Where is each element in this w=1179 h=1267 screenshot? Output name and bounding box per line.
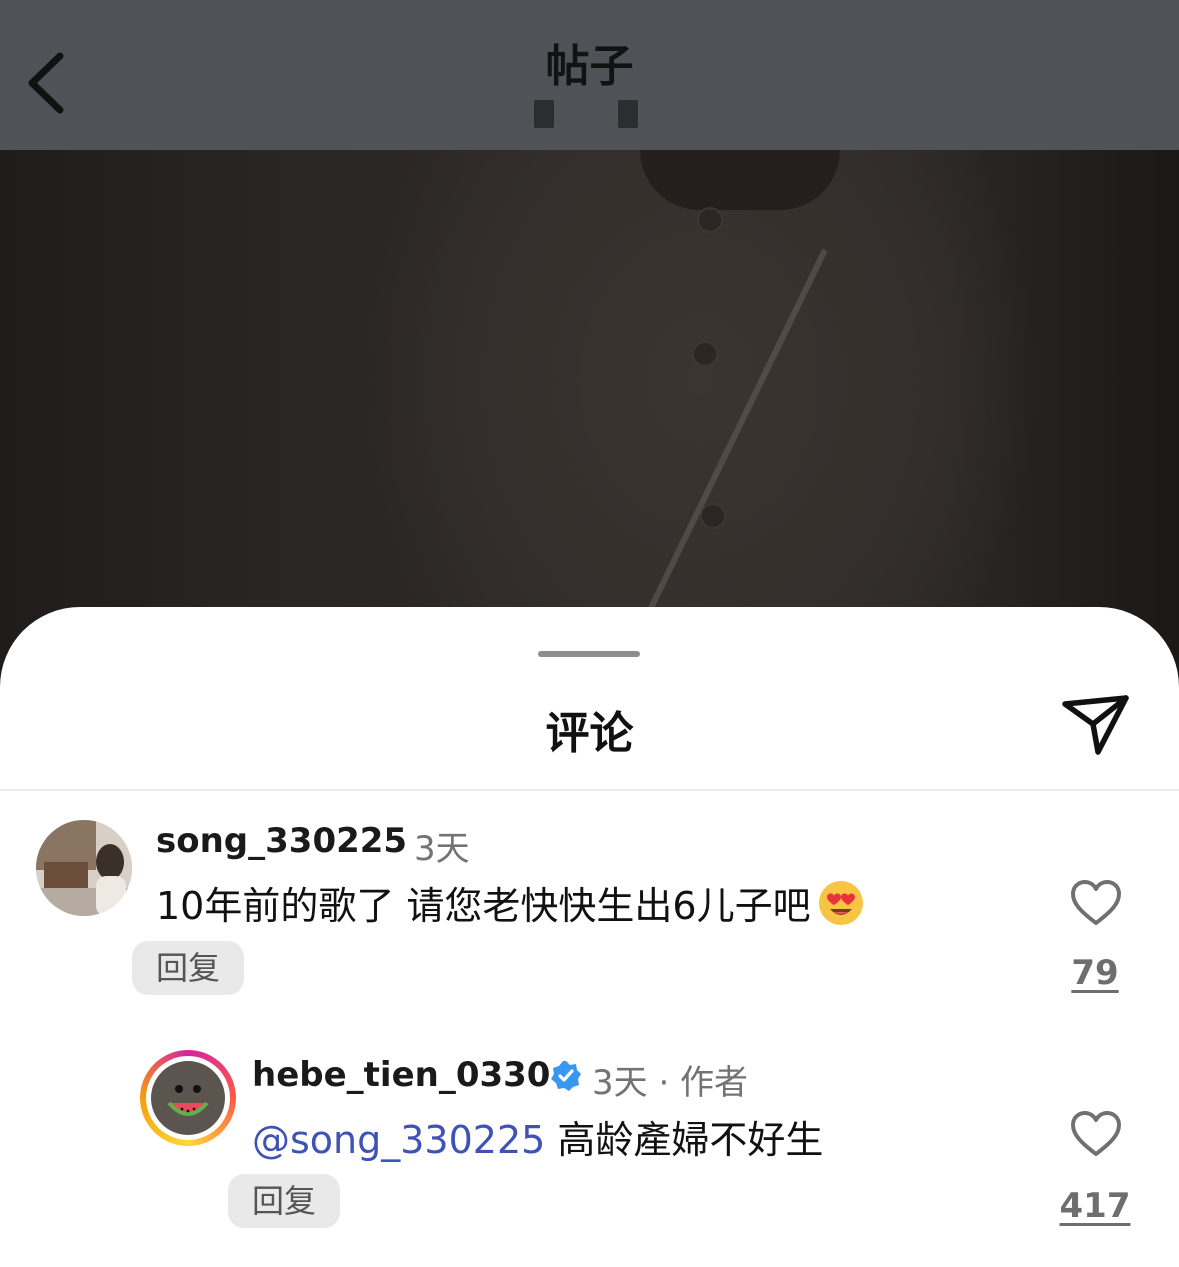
like-count[interactable]: 79 xyxy=(1050,953,1140,993)
mention-link[interactable]: @song_330225 xyxy=(252,1118,545,1162)
comments-sheet: 评论 song_330225 3天 10年前的歌了 请您老快快生出6儿子吧 回复 xyxy=(0,607,1179,1267)
reply-button[interactable]: 回复 xyxy=(228,1174,341,1228)
heart-eyes-emoji-icon xyxy=(818,881,863,925)
page-title: 帖子 xyxy=(545,41,634,92)
top-bar: 帖子 xyxy=(0,0,1179,150)
share-button[interactable] xyxy=(1060,692,1132,758)
avatar-story-ring[interactable] xyxy=(140,1050,236,1146)
comment-username[interactable]: song_330225 xyxy=(156,821,407,861)
comment-text: 10年前的歌了 请您老快快生出6儿子吧 xyxy=(156,875,865,930)
comment-time: 3天 xyxy=(414,829,470,869)
comment-text: @song_330225 高龄產婦不好生 xyxy=(252,1109,823,1164)
divider xyxy=(0,789,1179,791)
avatar[interactable] xyxy=(36,820,132,916)
heart-icon xyxy=(1071,1111,1121,1156)
avatar-photo xyxy=(151,1061,225,1135)
comment-text-content: 高龄產婦不好生 xyxy=(545,1118,824,1162)
like-count[interactable]: 417 xyxy=(1050,1186,1140,1226)
avatar-photo xyxy=(36,820,132,916)
paper-plane-icon xyxy=(1062,695,1129,755)
blurred-subtitle xyxy=(534,100,644,128)
comments-title: 评论 xyxy=(545,708,634,759)
like-button[interactable] xyxy=(1070,879,1122,927)
comment-username[interactable]: hebe_tien_0330 xyxy=(252,1055,550,1095)
comment-time: 3天 · 作者 xyxy=(592,1063,749,1103)
reply-button[interactable]: 回复 xyxy=(132,941,245,995)
heart-icon xyxy=(1071,880,1121,925)
comment-text-content: 10年前的歌了 请您老快快生出6儿子吧 xyxy=(156,884,811,928)
verified-badge-icon xyxy=(551,1061,581,1091)
like-button[interactable] xyxy=(1070,1110,1122,1158)
sheet-grabber[interactable] xyxy=(538,651,640,657)
